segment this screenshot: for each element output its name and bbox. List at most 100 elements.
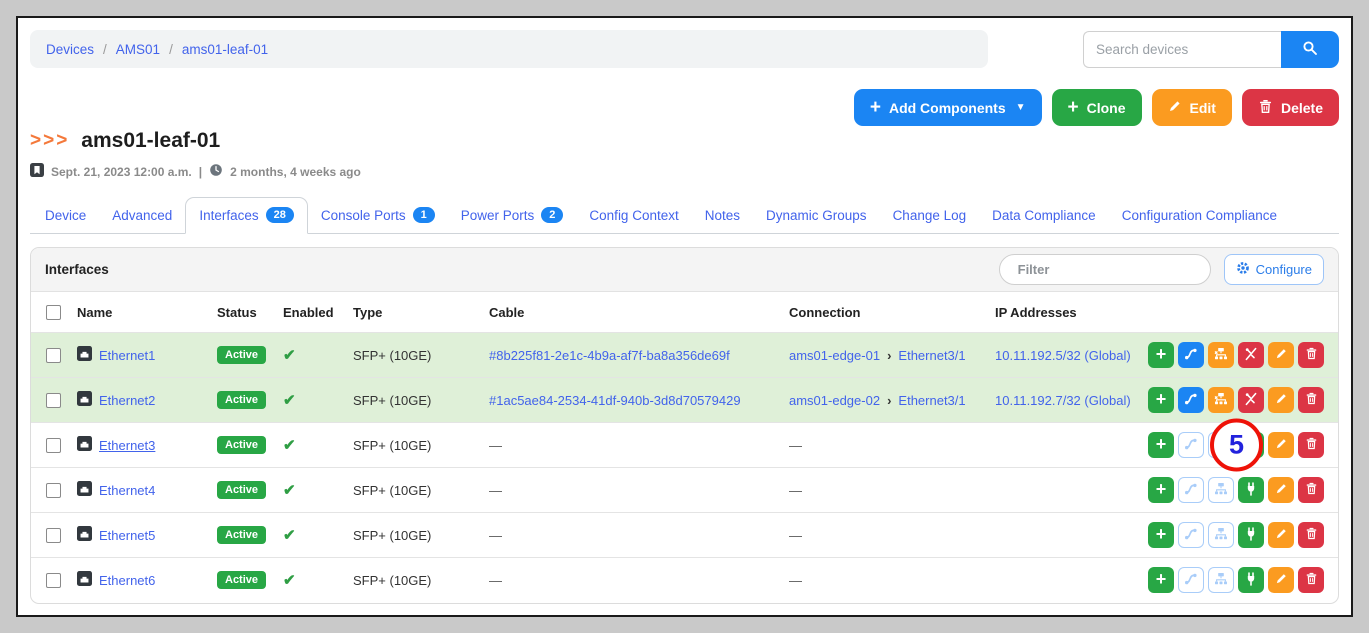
trace-cable-button[interactable]	[1178, 522, 1204, 548]
select-all-checkbox[interactable]	[46, 305, 61, 320]
plug-icon	[1244, 482, 1258, 499]
trace-cable-button[interactable]	[1178, 477, 1204, 503]
delete-interface-button[interactable]	[1298, 522, 1324, 548]
lan-disconnect-button[interactable]	[1208, 387, 1234, 413]
delete-interface-button[interactable]	[1298, 387, 1324, 413]
add-ip-button[interactable]: +	[1148, 342, 1174, 368]
add-ip-button[interactable]: +	[1148, 387, 1174, 413]
interfaces-panel-header: Interfaces Configure	[31, 248, 1338, 292]
clone-button[interactable]: + Clone	[1052, 89, 1142, 126]
trace-icon	[1184, 572, 1198, 589]
annotation-number: 5	[1229, 430, 1244, 461]
connect-cable-button[interactable]	[1238, 567, 1264, 593]
lan-button[interactable]	[1208, 522, 1234, 548]
add-ip-button[interactable]: +	[1148, 477, 1174, 503]
delete-interface-button[interactable]	[1298, 567, 1324, 593]
delete-button[interactable]: Delete	[1242, 89, 1339, 126]
cable-empty: —	[489, 528, 502, 543]
type-text: SFP+ (10GE)	[353, 348, 431, 363]
trace-cable-button[interactable]	[1178, 342, 1204, 368]
edit-interface-button[interactable]	[1268, 477, 1294, 503]
configure-button[interactable]: Configure	[1224, 254, 1324, 285]
edit-interface-button[interactable]	[1268, 387, 1294, 413]
status-badge: Active	[217, 391, 266, 409]
filter-input[interactable]	[999, 254, 1211, 285]
col-ip-addresses: IP Addresses	[989, 292, 1155, 333]
row-checkbox[interactable]	[46, 483, 61, 498]
tab-console-ports[interactable]: Console Ports1	[308, 198, 448, 233]
interface-link[interactable]: Ethernet5	[99, 528, 155, 543]
search-icon	[1302, 40, 1318, 59]
trace-cable-button[interactable]	[1178, 567, 1204, 593]
row-checkbox[interactable]	[46, 438, 61, 453]
clear-connection-button[interactable]	[1238, 387, 1264, 413]
tab-advanced[interactable]: Advanced	[99, 199, 185, 233]
add-ip-button[interactable]: +	[1148, 567, 1174, 593]
connect-cable-button[interactable]	[1238, 477, 1264, 503]
connection-port-link[interactable]: Ethernet3/1	[898, 393, 965, 408]
edit-interface-button[interactable]	[1268, 522, 1294, 548]
type-text: SFP+ (10GE)	[353, 528, 431, 543]
search-input[interactable]	[1083, 31, 1281, 68]
add-ip-button[interactable]: +	[1148, 522, 1174, 548]
col-connection: Connection	[783, 292, 989, 333]
ip-address-link[interactable]: 10.11.192.7/32	[995, 393, 1081, 408]
breadcrumb-device[interactable]: ams01-leaf-01	[182, 42, 268, 57]
lan-button[interactable]	[1208, 567, 1234, 593]
tab-dynamic-groups[interactable]: Dynamic Groups	[753, 199, 880, 233]
edit-button[interactable]: Edit	[1152, 89, 1232, 126]
lan-disconnect-button[interactable]	[1208, 342, 1234, 368]
lan-button[interactable]	[1208, 477, 1234, 503]
tab-data-compliance[interactable]: Data Compliance	[979, 199, 1109, 233]
delete-interface-button[interactable]	[1298, 477, 1324, 503]
interfaces-panel: Interfaces Configure Name Status Enabled	[30, 247, 1339, 604]
breadcrumb-devices[interactable]: Devices	[46, 42, 94, 57]
ip-address-link[interactable]: 10.11.192.5/32	[995, 348, 1081, 363]
tab-power-ports[interactable]: Power Ports2	[448, 198, 577, 233]
edit-interface-button[interactable]	[1268, 342, 1294, 368]
clock-icon	[209, 163, 223, 180]
tab-notes[interactable]: Notes	[692, 199, 753, 233]
cable-link[interactable]: #1ac5ae84-2534-41df-940b-3d8d70579429	[489, 393, 741, 408]
search-button[interactable]	[1281, 31, 1339, 68]
connection-port-link[interactable]: Ethernet3/1	[898, 348, 965, 363]
trace-cable-button[interactable]	[1178, 432, 1204, 458]
cable-link[interactable]: #8b225f81-2e1c-4b9a-af7f-ba8a356de69f	[489, 348, 730, 363]
trace-cable-button[interactable]	[1178, 387, 1204, 413]
connect-cable-button[interactable]	[1238, 522, 1264, 548]
tab-device[interactable]: Device	[32, 199, 99, 233]
type-text: SFP+ (10GE)	[353, 438, 431, 453]
edit-interface-button[interactable]	[1268, 567, 1294, 593]
row-checkbox[interactable]	[46, 393, 61, 408]
tab-change-log[interactable]: Change Log	[880, 199, 980, 233]
add-ip-button[interactable]: +	[1148, 432, 1174, 458]
row-checkbox[interactable]	[46, 528, 61, 543]
breadcrumb-site[interactable]: AMS01	[116, 42, 160, 57]
connection-device-link[interactable]: ams01-edge-01	[789, 348, 880, 363]
add-components-button[interactable]: + Add Components ▼	[854, 89, 1042, 126]
delete-interface-button[interactable]	[1298, 432, 1324, 458]
interface-link[interactable]: Ethernet2	[99, 393, 155, 408]
trash-icon	[1305, 392, 1318, 408]
interface-link[interactable]: Ethernet3	[99, 438, 155, 453]
meta-separator: |	[199, 165, 202, 179]
annotation-circle: 5	[1210, 419, 1263, 472]
breadcrumb-separator: /	[169, 42, 173, 57]
interface-link[interactable]: Ethernet1	[99, 348, 155, 363]
interface-link[interactable]: Ethernet4	[99, 483, 155, 498]
status-badge: Active	[217, 571, 266, 589]
table-row: Ethernet3 Active ✔ SFP+ (10GE) — — + 5	[31, 423, 1338, 468]
delete-interface-button[interactable]	[1298, 342, 1324, 368]
tab-interfaces[interactable]: Interfaces28	[185, 197, 308, 234]
edit-interface-button[interactable]	[1268, 432, 1294, 458]
row-checkbox[interactable]	[46, 348, 61, 363]
connection-device-link[interactable]: ams01-edge-02	[789, 393, 880, 408]
tab-configuration-compliance[interactable]: Configuration Compliance	[1109, 199, 1290, 233]
row-checkbox[interactable]	[46, 573, 61, 588]
tab-config-context[interactable]: Config Context	[576, 199, 691, 233]
pencil-icon	[1275, 482, 1288, 498]
status-badge: Active	[217, 526, 266, 544]
clear-connection-button[interactable]	[1238, 342, 1264, 368]
interface-link[interactable]: Ethernet6	[99, 573, 155, 588]
tab-count-badge: 28	[266, 207, 294, 223]
